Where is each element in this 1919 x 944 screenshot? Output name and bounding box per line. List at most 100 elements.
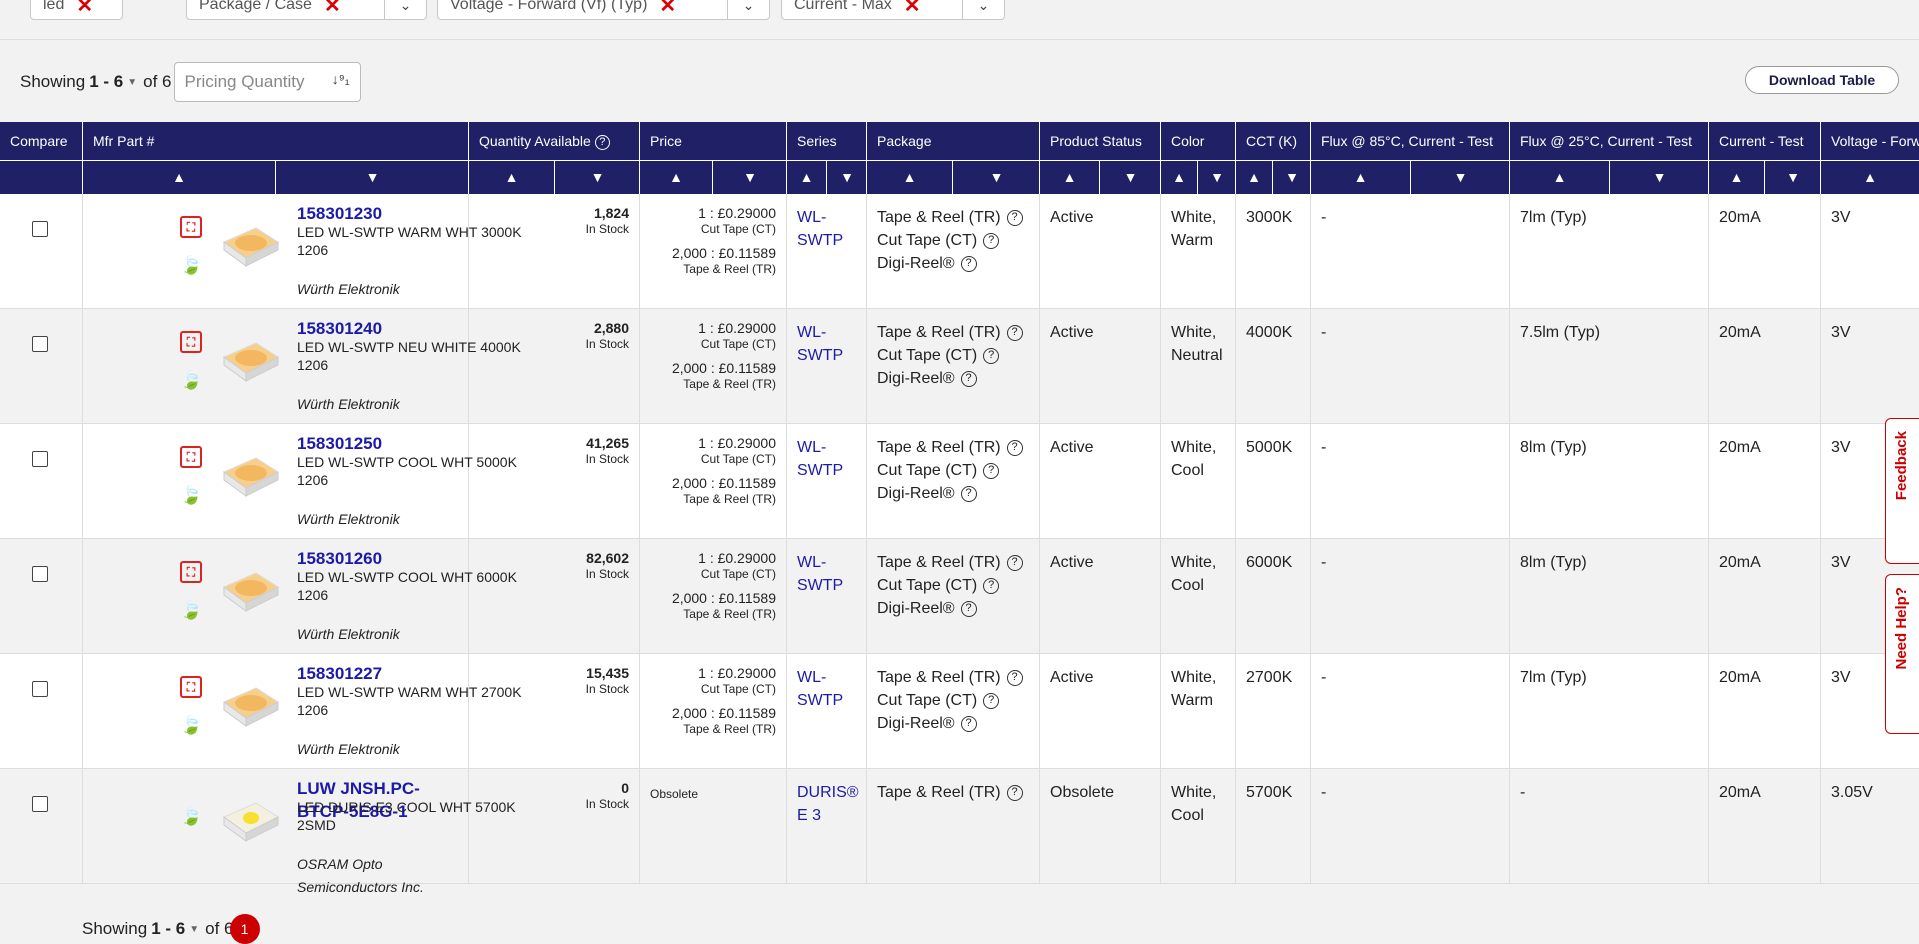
sort-desc-button[interactable]: ▼ <box>1100 161 1161 194</box>
rohs-leaf-icon[interactable]: 🍃 <box>180 599 206 620</box>
question-circle-icon[interactable]: ? <box>960 255 977 272</box>
chevron-down-icon[interactable]: ⌄ <box>727 0 769 19</box>
rohs-leaf-icon[interactable]: 🍃 <box>180 484 206 505</box>
datasheet-pdf-icon[interactable]: ⛶ <box>180 561 202 583</box>
question-circle-icon[interactable]: ? <box>983 347 1000 364</box>
question-circle-icon[interactable]: ? <box>983 692 1000 709</box>
sort-desc-button[interactable]: ▼ <box>1610 161 1709 194</box>
sort-asc-button[interactable]: ▲ <box>469 161 555 194</box>
rohs-leaf-icon[interactable]: 🍃 <box>180 254 206 275</box>
question-circle-icon[interactable]: ? <box>983 577 1000 594</box>
remove-filter-icon[interactable]: ✕ <box>659 0 676 18</box>
datasheet-pdf-icon[interactable]: ⛶ <box>180 676 202 698</box>
manufacturer-name[interactable]: Würth Elektronik <box>297 623 400 646</box>
filter-chip-keyword[interactable]: led ✕ <box>30 0 123 20</box>
question-circle-icon[interactable]: ? <box>983 462 1000 479</box>
sort-asc-button[interactable]: ▲ <box>1236 161 1273 194</box>
sort-asc-button[interactable]: ▲ <box>83 161 276 194</box>
sort-asc-button[interactable]: ▲ <box>787 161 827 194</box>
part-number-link[interactable]: 158301250 <box>297 432 382 455</box>
col-flux-25[interactable]: Flux @ 25°C, Current - Test <box>1510 122 1709 160</box>
sort-desc-button[interactable]: ▼ <box>827 161 867 194</box>
question-circle-icon[interactable]: ? <box>1006 324 1023 341</box>
compare-checkbox[interactable] <box>32 221 48 237</box>
sort-desc-button[interactable]: ▼ <box>555 161 640 194</box>
col-quantity-available[interactable]: Quantity Available? <box>469 122 640 160</box>
part-number-link[interactable]: 158301240 <box>297 317 382 340</box>
rohs-leaf-icon[interactable]: 🍃 <box>180 369 206 390</box>
part-number-link[interactable]: 158301227 <box>297 662 382 685</box>
compare-checkbox[interactable] <box>32 566 48 582</box>
compare-checkbox[interactable] <box>32 336 48 352</box>
compare-checkbox[interactable] <box>32 451 48 467</box>
series-link[interactable]: DURIS® E 3 <box>787 769 867 884</box>
results-per-page-select[interactable]: 1 - 6 <box>89 72 123 92</box>
series-link[interactable]: WL-SWTP <box>787 194 867 309</box>
remove-filter-icon[interactable]: ✕ <box>324 0 341 18</box>
question-circle-icon[interactable]: ? <box>594 134 610 150</box>
series-link[interactable]: WL-SWTP <box>787 424 867 539</box>
datasheet-pdf-icon[interactable]: ⛶ <box>180 216 202 238</box>
part-number-link[interactable]: 158301260 <box>297 547 382 570</box>
manufacturer-name[interactable]: Würth Elektronik <box>297 508 400 531</box>
sort-asc-button[interactable]: ▲ <box>1821 161 1919 194</box>
col-package[interactable]: Package <box>867 122 1040 160</box>
remove-filter-icon[interactable]: ✕ <box>904 0 921 18</box>
sort-desc-button[interactable]: ▼ <box>953 161 1040 194</box>
sort-desc-button[interactable]: ▼ <box>713 161 787 194</box>
manufacturer-name[interactable]: Würth Elektronik <box>297 278 400 301</box>
download-table-button[interactable]: Download Table <box>1745 66 1899 94</box>
manufacturer-name[interactable]: OSRAM Opto Semiconductors Inc. <box>297 853 468 899</box>
sort-asc-button[interactable]: ▲ <box>1040 161 1100 194</box>
rohs-leaf-icon[interactable]: 🍃 <box>180 805 206 826</box>
sort-desc-button[interactable]: ▼ <box>1198 161 1236 194</box>
question-circle-icon[interactable]: ? <box>960 485 977 502</box>
product-image[interactable] <box>218 795 283 847</box>
question-circle-icon[interactable]: ? <box>1006 439 1023 456</box>
datasheet-pdf-icon[interactable]: ⛶ <box>180 331 202 353</box>
manufacturer-name[interactable]: Würth Elektronik <box>297 738 400 761</box>
part-number-link[interactable]: 158301230 <box>297 202 382 225</box>
sort-asc-button[interactable]: ▲ <box>1510 161 1610 194</box>
sort-asc-button[interactable]: ▲ <box>1161 161 1198 194</box>
col-voltage-forward[interactable]: Voltage - Forward <box>1821 122 1919 160</box>
compare-checkbox[interactable] <box>32 796 48 812</box>
col-series[interactable]: Series <box>787 122 867 160</box>
question-circle-icon[interactable]: ? <box>1006 784 1023 801</box>
col-color[interactable]: Color <box>1161 122 1236 160</box>
pricing-quantity-input[interactable]: Pricing Quantity ↓⁹₁ <box>173 62 361 102</box>
sort-desc-button[interactable]: ▼ <box>1765 161 1821 194</box>
filter-chip-voltage-forward[interactable]: Voltage - Forward (Vf) (Typ) ✕ ⌄ <box>437 0 770 20</box>
product-image[interactable] <box>218 450 283 502</box>
col-flux-85[interactable]: Flux @ 85°C, Current - Test <box>1311 122 1510 160</box>
filter-chip-package-case[interactable]: Package / Case ✕ ⌄ <box>186 0 427 20</box>
caret-down-icon[interactable]: ▼ <box>127 77 137 88</box>
sort-asc-button[interactable]: ▲ <box>1311 161 1411 194</box>
question-circle-icon[interactable]: ? <box>1006 209 1023 226</box>
chevron-down-icon[interactable]: ⌄ <box>384 0 426 19</box>
sort-desc-button[interactable]: ▼ <box>276 161 469 194</box>
question-circle-icon[interactable]: ? <box>1006 669 1023 686</box>
sort-desc-button[interactable]: ▼ <box>1273 161 1311 194</box>
feedback-button[interactable]: Feedback <box>1885 418 1919 564</box>
results-per-page-select[interactable]: 1 - 6 <box>151 919 185 939</box>
filter-chip-current-max[interactable]: Current - Max ✕ ⌄ <box>781 0 1005 20</box>
manufacturer-name[interactable]: Würth Elektronik <box>297 393 400 416</box>
question-circle-icon[interactable]: ? <box>960 370 977 387</box>
col-mfr-part[interactable]: Mfr Part # <box>83 122 469 160</box>
col-cct[interactable]: CCT (K) <box>1236 122 1311 160</box>
sort-asc-button[interactable]: ▲ <box>867 161 953 194</box>
question-circle-icon[interactable]: ? <box>1006 554 1023 571</box>
rohs-leaf-icon[interactable]: 🍃 <box>180 714 206 735</box>
col-price[interactable]: Price <box>640 122 787 160</box>
question-circle-icon[interactable]: ? <box>983 232 1000 249</box>
series-link[interactable]: WL-SWTP <box>787 539 867 654</box>
series-link[interactable]: WL-SWTP <box>787 654 867 769</box>
sort-numeric-icon[interactable]: ↓⁹₁ <box>332 71 350 87</box>
sort-asc-button[interactable]: ▲ <box>1709 161 1765 194</box>
datasheet-pdf-icon[interactable]: ⛶ <box>180 446 202 468</box>
product-image[interactable] <box>218 220 283 272</box>
need-help-button[interactable]: Need Help? <box>1885 574 1919 734</box>
sort-asc-button[interactable]: ▲ <box>640 161 713 194</box>
remove-filter-icon[interactable]: ✕ <box>76 0 93 18</box>
